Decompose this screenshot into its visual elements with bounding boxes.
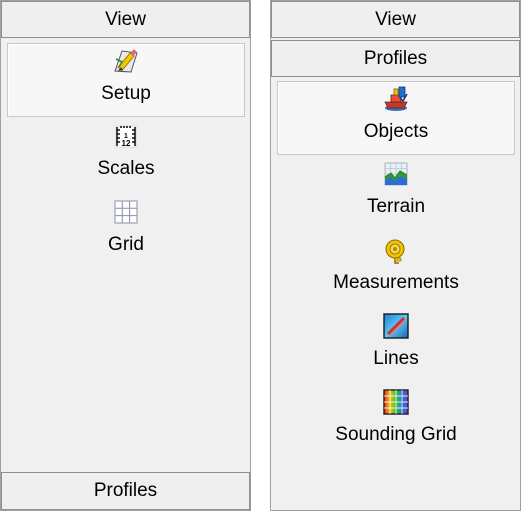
measurements-item[interactable]: Measurements [277,233,515,307]
profiles-button[interactable]: Profiles [271,40,520,77]
grid-label: Grid [108,234,144,255]
view-button[interactable]: View [271,1,520,38]
scales-icon: 1 12 [115,125,137,148]
scales-item[interactable]: 1 12 Scales [7,119,245,193]
terrain-item[interactable]: Terrain [277,157,515,231]
lines-icon [383,313,409,339]
sounding-grid-item[interactable]: Sounding Grid [277,385,515,459]
grid-icon [114,200,138,224]
terrain-label: Terrain [366,196,426,217]
lines-label: Lines [373,348,419,369]
left-panel: View Setup 1 12 Scales Grid Profiles [0,0,251,511]
svg-text:12: 12 [122,139,131,148]
right-panel: View Profiles Objects Terrain Measuremen… [270,0,521,511]
measurements-icon [385,239,405,264]
sounding-grid-icon [383,389,409,415]
measurements-label: Measurements [333,272,459,293]
setup-icon [114,49,138,73]
setup-label: Setup [101,83,151,104]
profiles-button[interactable]: Profiles [1,472,250,510]
terrain-icon [384,162,408,186]
scales-label: Scales [97,158,155,179]
objects-label: Objects [363,121,429,142]
objects-item[interactable]: Objects [277,81,515,155]
sounding-grid-label: Sounding Grid [335,424,457,445]
grid-item[interactable]: Grid [7,195,245,269]
view-button[interactable]: View [1,1,250,38]
lines-item[interactable]: Lines [277,309,515,383]
objects-icon [384,86,408,111]
setup-item[interactable]: Setup [7,43,245,117]
